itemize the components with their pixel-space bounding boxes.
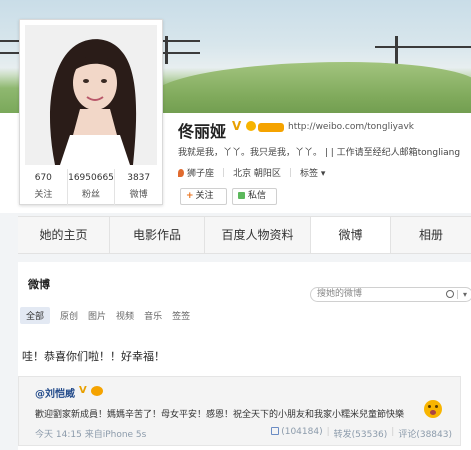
repost-source: 来自iPhone 5s — [84, 430, 147, 440]
fence-post — [165, 36, 168, 64]
location-pin-icon — [178, 169, 184, 177]
location-text: 北京 朝阳区 — [233, 169, 281, 179]
divider: | — [288, 167, 292, 178]
tab-album[interactable]: 相册 — [391, 217, 471, 253]
search-placeholder: 搜她的微博 — [317, 289, 363, 299]
comment-button[interactable]: 评论(38843) — [398, 427, 452, 440]
thumbs-up-icon — [271, 427, 280, 435]
message-label: 私信 — [248, 191, 267, 201]
zodiac-text: 狮子座 — [187, 169, 215, 179]
filter-original[interactable]: 原创 — [60, 309, 78, 322]
like-button[interactable]: (104184) — [271, 427, 323, 440]
repost-actions: (104184) | 转发(53536) | 评论(38843) — [271, 427, 452, 440]
divider — [457, 290, 458, 299]
stat-posts[interactable]: 3837 微博 — [115, 169, 162, 205]
tags-dropdown[interactable]: 标签 ▾ — [300, 166, 325, 179]
like-count: (104184) — [281, 427, 323, 437]
search-icon[interactable] — [446, 290, 454, 298]
verified-v-icon: V — [232, 119, 242, 133]
avatar-card: 670 关注 16950665 粉丝 3837 微博 — [19, 19, 163, 205]
tab-weibo[interactable]: 微博 — [311, 217, 391, 253]
divider: | — [391, 427, 395, 437]
stat-number: 3837 — [127, 173, 151, 183]
reposted-weibo: @刘恺威 V 歡迎劉家新成員！媽媽辛苦了！母女平安！感恩！祝全天下的小朋友和我家… — [18, 376, 461, 446]
stat-followers[interactable]: 16950665 粉丝 — [68, 169, 116, 205]
stat-label: 关注 — [34, 190, 53, 200]
profile-stats: 670 关注 16950665 粉丝 3837 微博 — [20, 169, 162, 205]
vip-icon — [91, 386, 103, 396]
post-text: 哇！恭喜你们啦！！好幸福！ — [22, 350, 165, 363]
repost-author-link[interactable]: @刘恺威 — [35, 385, 75, 400]
avatar[interactable] — [25, 25, 157, 165]
repost-meta: 今天 14:15 来自iPhone 5s — [35, 427, 146, 440]
fence-rail — [375, 46, 471, 48]
divider: | — [222, 167, 226, 178]
profile-name: 佟丽娅 — [178, 122, 227, 141]
stat-number: 16950665 — [68, 173, 114, 183]
tab-home[interactable]: 她的主页 — [18, 217, 110, 253]
tab-baidu-profile[interactable]: 百度人物资料 — [205, 217, 311, 253]
filter-images[interactable]: 图片 — [88, 309, 106, 322]
filter-all[interactable]: 全部 — [20, 306, 51, 324]
follow-label: 关注 — [195, 191, 214, 201]
repost-button[interactable]: 转发(53536) — [334, 427, 388, 440]
feed-filters: 全部 原创 图片 视频 音乐 签签 — [18, 305, 471, 325]
filter-music[interactable]: 音乐 — [144, 309, 162, 322]
member-badge-icon — [258, 123, 284, 132]
feed-title: 微博 — [28, 278, 50, 291]
chat-icon — [238, 192, 245, 199]
divider: | — [326, 427, 330, 437]
feed-search-input[interactable]: 搜她的微博 ▾ — [310, 287, 471, 302]
stat-number: 670 — [34, 173, 52, 183]
verified-v-icon: V — [79, 385, 87, 396]
stat-label: 微博 — [129, 190, 148, 200]
stat-label: 粉丝 — [82, 190, 101, 200]
profile-info: 狮子座 | 北京 朝阳区 | 标签 ▾ — [178, 166, 325, 179]
plus-icon: + — [186, 191, 194, 201]
emoji-icon — [424, 400, 442, 418]
stat-following[interactable]: 670 关注 — [20, 169, 68, 205]
filter-sign[interactable]: 签签 — [172, 309, 190, 322]
profile-url-link[interactable]: http://weibo.com/tongliyavk — [288, 122, 414, 132]
chevron-down-icon[interactable]: ▾ — [463, 288, 467, 301]
repost-text: 歡迎劉家新成員！媽媽辛苦了！母女平安！感恩！祝全天下的小朋友和我家小糯米兒童節快… — [35, 410, 405, 420]
filter-video[interactable]: 视频 — [116, 309, 134, 322]
repost-time-link[interactable]: 今天 14:15 — [35, 430, 82, 440]
message-button[interactable]: 私信 — [232, 188, 277, 205]
vip-icon — [246, 121, 256, 131]
follow-button[interactable]: + 关注 — [180, 188, 227, 205]
chevron-down-icon: ▾ — [320, 169, 326, 179]
tags-label: 标签 — [299, 169, 318, 179]
tab-films[interactable]: 电影作品 — [110, 217, 205, 253]
fence-post — [395, 36, 398, 64]
zodiac-info: 狮子座 — [178, 166, 214, 179]
profile-tabs: 她的主页 电影作品 百度人物资料 微博 相册 — [18, 216, 471, 254]
profile-bio: 我就是我，丫丫。我只是我，丫丫。 | | 工作请至经纪人邮箱tongliang — [178, 148, 461, 158]
